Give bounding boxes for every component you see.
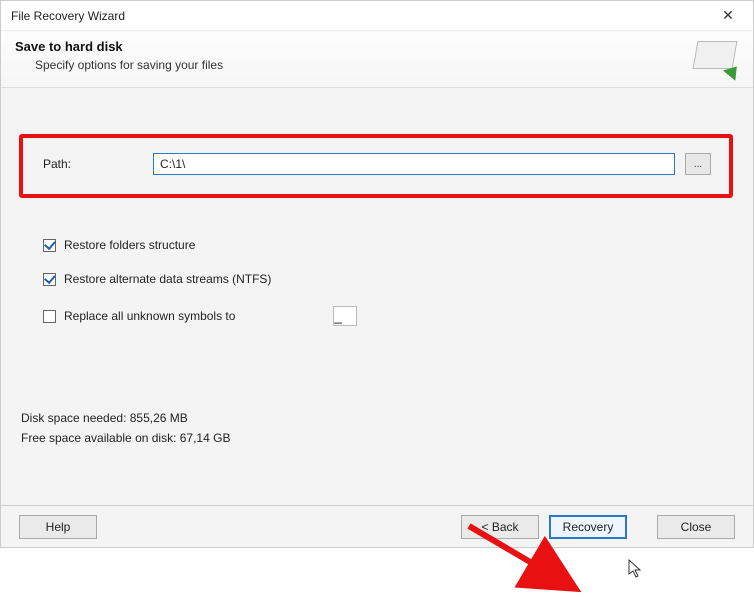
restore-ads-row[interactable]: Restore alternate data streams (NTFS) (43, 272, 357, 286)
replace-unknown-label: Replace all unknown symbols to (64, 309, 235, 323)
header-subtext: Specify options for saving your files (35, 58, 223, 72)
header-text: Save to hard disk Specify options for sa… (15, 39, 223, 72)
help-button[interactable]: Help (19, 515, 97, 539)
titlebar: File Recovery Wizard ✕ (1, 1, 753, 31)
restore-folders-row[interactable]: Restore folders structure (43, 238, 357, 252)
path-label: Path: (43, 157, 143, 171)
wizard-window: File Recovery Wizard ✕ Save to hard disk… (0, 0, 754, 548)
hdd-save-icon (693, 39, 739, 77)
close-icon: ✕ (722, 7, 734, 24)
body: Path: ... Restore folders structure Rest… (1, 88, 753, 505)
replace-symbol-input[interactable] (333, 306, 357, 326)
window-title: File Recovery Wizard (11, 9, 125, 23)
disk-space-free: Free space available on disk: 67,14 GB (21, 431, 230, 445)
path-row: Path: ... (43, 153, 711, 175)
restore-ads-checkbox[interactable] (43, 273, 56, 286)
recovery-button[interactable]: Recovery (549, 515, 627, 539)
restore-folders-label: Restore folders structure (64, 238, 195, 252)
replace-unknown-row[interactable]: Replace all unknown symbols to (43, 306, 357, 326)
restore-folders-checkbox[interactable] (43, 239, 56, 252)
close-button[interactable]: Close (657, 515, 735, 539)
ellipsis-icon: ... (694, 159, 702, 170)
header: Save to hard disk Specify options for sa… (1, 31, 753, 88)
restore-ads-label: Restore alternate data streams (NTFS) (64, 272, 271, 286)
replace-unknown-checkbox[interactable] (43, 310, 56, 323)
window-close-button[interactable]: ✕ (713, 6, 743, 26)
browse-button[interactable]: ... (685, 153, 711, 175)
cursor-icon (628, 559, 644, 582)
header-heading: Save to hard disk (15, 39, 223, 54)
back-button[interactable]: < Back (461, 515, 539, 539)
path-input[interactable] (153, 153, 675, 175)
disk-space-needed: Disk space needed: 855,26 MB (21, 411, 230, 425)
disk-info: Disk space needed: 855,26 MB Free space … (21, 411, 230, 445)
footer: Help < Back Recovery Close (1, 505, 753, 547)
options-group: Restore folders structure Restore altern… (43, 238, 357, 326)
